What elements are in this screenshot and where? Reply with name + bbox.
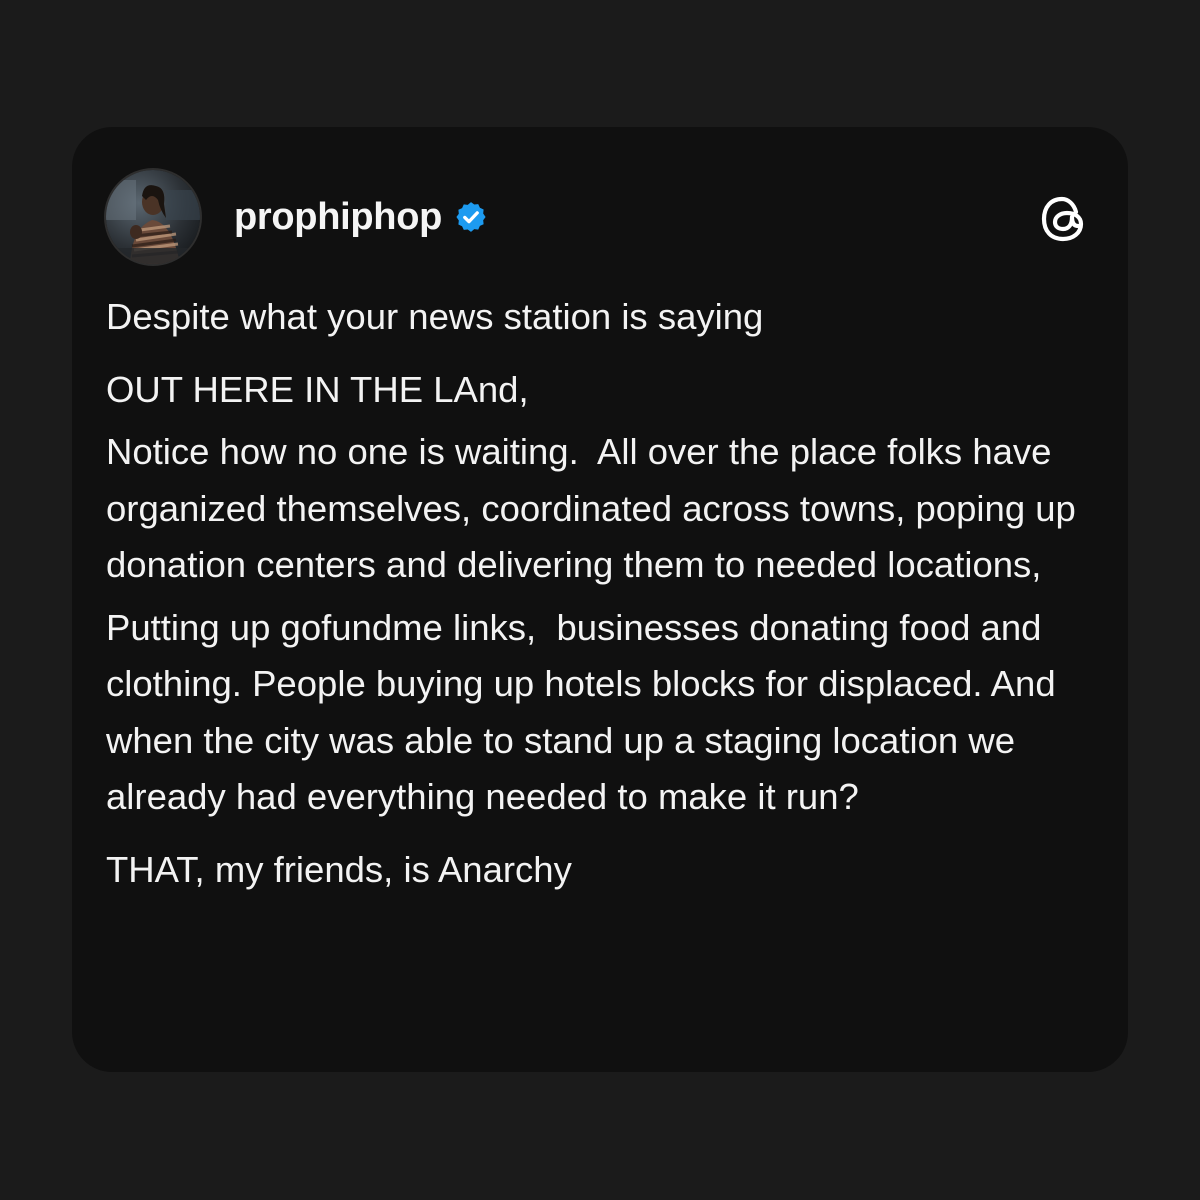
post-header: prophiphop bbox=[234, 191, 488, 243]
post-paragraph: Notice how no one is waiting. All over t… bbox=[106, 431, 1087, 585]
post-paragraph: OUT HERE IN THE LAnd, bbox=[106, 368, 529, 410]
threads-logo-icon[interactable] bbox=[1036, 191, 1092, 247]
profile-photo bbox=[106, 170, 200, 264]
post-body: Despite what your news station is saying… bbox=[106, 289, 1106, 898]
username[interactable]: prophiphop bbox=[234, 196, 442, 239]
verified-badge-icon bbox=[454, 200, 488, 234]
post-paragraph: Despite what your news station is saying bbox=[106, 296, 764, 337]
post-paragraph: Putting up gofundme links, businesses do… bbox=[106, 606, 1066, 818]
threads-post-card: prophiphop Despite what your news statio… bbox=[72, 127, 1128, 1072]
avatar[interactable] bbox=[106, 170, 200, 264]
post-paragraph: THAT, my friends, is Anarchy bbox=[106, 848, 572, 890]
